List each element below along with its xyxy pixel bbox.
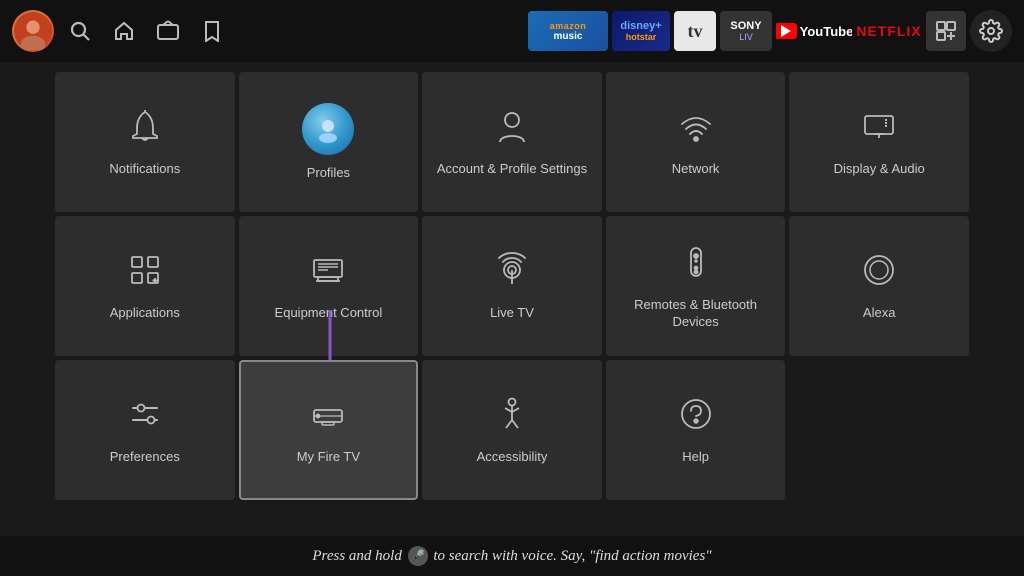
tv-icon[interactable] [150,13,186,49]
network-label: Network [664,161,728,178]
bookmark-icon[interactable] [194,13,230,49]
mic-symbol: 🎤 [408,546,428,566]
account-profile-label: Account & Profile Settings [429,161,595,178]
app-youtube[interactable]: YouTube [776,11,852,51]
app-tv[interactable]: tv [674,11,716,51]
remotes-bluetooth-label: Remotes & Bluetooth Devices [606,297,786,331]
wifi-icon [676,106,716,151]
live-tv-label: Live TV [482,305,542,322]
app-amazon-music[interactable]: amazon music [528,11,608,51]
fire-tv-icon [308,394,348,439]
avatar[interactable] [12,10,54,52]
notifications-label: Notifications [101,161,188,178]
remote-icon [676,242,716,287]
bell-icon [125,106,165,151]
grid-item-network[interactable]: Network [606,72,786,212]
accessibility-label: Accessibility [469,449,556,466]
bottom-bar: Press and hold 🎤 to search with voice. S… [0,536,1024,576]
display-audio-label: Display & Audio [826,161,933,178]
person-icon [492,106,532,151]
profiles-label: Profiles [299,165,358,182]
grid-item-equipment-control[interactable]: Equipment Control [239,216,419,356]
antenna-icon [492,250,532,295]
help-icon [676,394,716,439]
grid-item-applications[interactable]: Applications [55,216,235,356]
accessibility-icon [492,394,532,439]
alexa-icon [859,250,899,295]
grid-item-alexa[interactable]: Alexa [789,216,969,356]
grid-item-account-profile[interactable]: Account & Profile Settings [422,72,602,212]
applications-label: Applications [102,305,188,322]
sliders-icon [125,394,165,439]
app-netflix[interactable]: NETFLIX [856,11,922,51]
alexa-label: Alexa [855,305,904,322]
grid-item-preferences[interactable]: Preferences [55,360,235,500]
search-icon[interactable] [62,13,98,49]
display-icon [859,106,899,151]
my-fire-tv-label: My Fire TV [289,449,368,466]
monitor-icon [308,250,348,295]
grid-item-notifications[interactable]: Notifications [55,72,235,212]
help-label: Help [674,449,717,466]
bottom-instruction: Press and hold 🎤 to search with voice. S… [312,546,711,566]
app-sony[interactable]: SONY LIV [720,11,772,51]
grid-item-remotes-bluetooth[interactable]: Remotes & Bluetooth Devices [606,216,786,356]
grid-item-help[interactable]: Help [606,360,786,500]
nav-apps: amazon music disney+ hotstar tv SONY LIV… [528,10,1012,52]
grid-item-empty [789,360,969,500]
settings-button[interactable] [970,10,1012,52]
grid-item-display-audio[interactable]: Display & Audio [789,72,969,212]
app-grid[interactable] [926,11,966,51]
navbar: amazon music disney+ hotstar tv SONY LIV… [0,0,1024,62]
grid-item-live-tv[interactable]: Live TV [422,216,602,356]
profiles-icon [302,103,354,155]
grid-item-accessibility[interactable]: Accessibility [422,360,602,500]
equipment-control-label: Equipment Control [267,305,391,322]
apps-icon [125,250,165,295]
preferences-label: Preferences [102,449,188,466]
grid-item-profiles[interactable]: Profiles [239,72,419,212]
app-disney-hotstar[interactable]: disney+ hotstar [612,11,670,51]
settings-grid: Notifications Profiles Account & Profile… [0,62,1024,500]
grid-item-my-fire-tv[interactable]: My Fire TV [239,360,419,500]
home-icon[interactable] [106,13,142,49]
